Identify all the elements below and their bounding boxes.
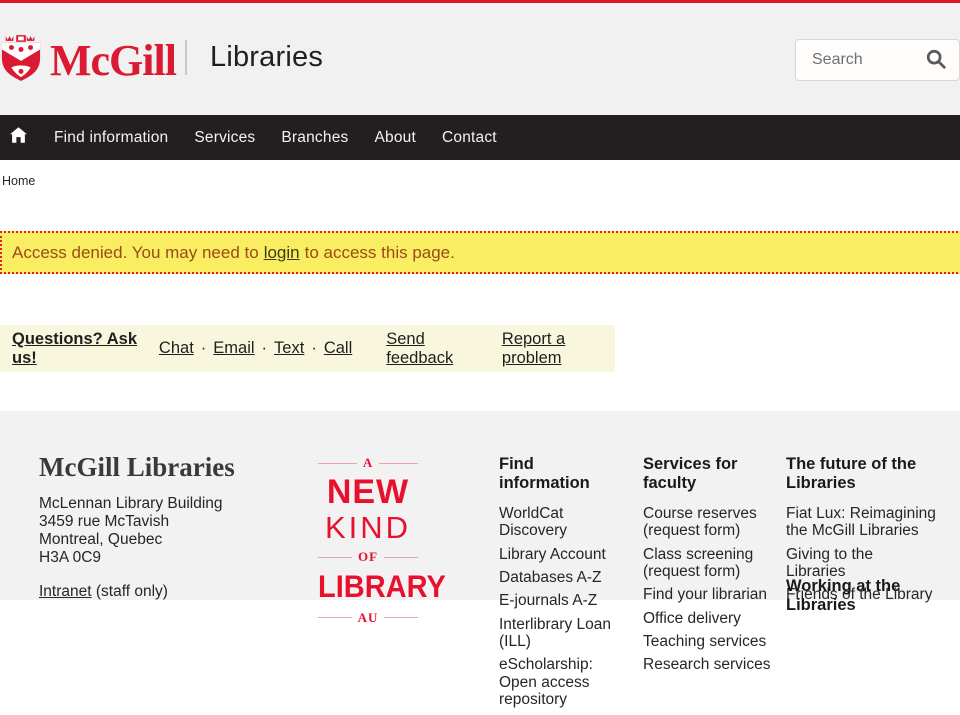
chat-link[interactable]: Chat bbox=[159, 339, 194, 358]
ask-us-bar: Questions? Ask us! Chat · Email · Text ·… bbox=[0, 325, 615, 372]
footer-column-heading: Working at the Libraries bbox=[786, 577, 936, 615]
footer-link[interactable]: Office delivery bbox=[643, 610, 775, 627]
footer-column-heading: The future of the Libraries bbox=[786, 455, 936, 493]
mcgill-crest-icon bbox=[0, 35, 42, 88]
footer-link[interactable]: Library Account bbox=[499, 546, 627, 563]
alert-text-after: to access this page. bbox=[305, 243, 455, 263]
main-navigation: Find information Services Branches About… bbox=[0, 115, 960, 160]
search-submit-button[interactable] bbox=[925, 48, 959, 73]
campaign-line-au: AU bbox=[318, 610, 418, 626]
intranet-link[interactable]: Intranet bbox=[39, 583, 92, 600]
footer-column-working-at-libraries: Working at the Libraries bbox=[786, 577, 936, 627]
footer-link[interactable]: eScholarship: Open access repository bbox=[499, 656, 627, 708]
nav-item-about[interactable]: About bbox=[361, 129, 429, 147]
search-icon bbox=[925, 48, 947, 73]
nav-item-contact[interactable]: Contact bbox=[429, 129, 510, 147]
address-line: 3459 rue McTavish bbox=[39, 513, 223, 531]
breadcrumb[interactable]: Home bbox=[2, 174, 35, 188]
footer-link[interactable]: E-journals A-Z bbox=[499, 592, 627, 609]
search-input[interactable] bbox=[796, 51, 925, 69]
address-line: Montreal, Quebec bbox=[39, 531, 223, 549]
new-kind-of-library-logo[interactable]: A NEW KIND OF LIBRARY AU bbox=[318, 451, 418, 630]
footer-column-find-information: Find information WorldCat Discovery Libr… bbox=[499, 455, 627, 715]
separator-dot: · bbox=[311, 339, 317, 358]
access-denied-alert: Access denied. You may need to login to … bbox=[0, 231, 960, 274]
footer-link[interactable]: Teaching services bbox=[643, 633, 775, 650]
ask-us-link[interactable]: Questions? Ask us! bbox=[12, 330, 149, 368]
address-line: H3A 0C9 bbox=[39, 549, 223, 567]
campaign-line-a: A bbox=[318, 455, 418, 471]
email-link[interactable]: Email bbox=[213, 339, 254, 358]
footer-link[interactable]: Interlibrary Loan (ILL) bbox=[499, 616, 627, 651]
separator-dot: · bbox=[201, 339, 207, 358]
home-icon bbox=[10, 127, 27, 148]
footer-link[interactable]: Find your librarian bbox=[643, 586, 775, 603]
separator-dot: · bbox=[262, 339, 268, 358]
mcgill-wordmark: McGill bbox=[50, 39, 176, 83]
alert-text-before: Access denied. You may need to bbox=[12, 243, 259, 263]
site-header: McGill Libraries bbox=[0, 3, 960, 115]
intranet-row: Intranet (staff only) bbox=[39, 583, 168, 601]
nav-item-services[interactable]: Services bbox=[181, 129, 268, 147]
campaign-line-kind: KIND bbox=[318, 510, 418, 546]
page-footer: McGill Libraries McLennan Library Buildi… bbox=[0, 411, 960, 600]
campaign-line-new: NEW bbox=[318, 475, 418, 510]
header-divider bbox=[185, 40, 187, 75]
campaign-line-of: OF bbox=[318, 549, 418, 565]
footer-link[interactable]: WorldCat Discovery bbox=[499, 505, 627, 540]
address-line: McLennan Library Building bbox=[39, 495, 223, 513]
footer-link[interactable]: Giving to the Libraries bbox=[786, 546, 936, 581]
footer-column-services-for-faculty: Services for faculty Course reserves (re… bbox=[643, 455, 775, 680]
nav-item-branches[interactable]: Branches bbox=[268, 129, 361, 147]
send-feedback-link[interactable]: Send feedback bbox=[386, 330, 484, 368]
call-link[interactable]: Call bbox=[324, 339, 352, 358]
footer-link[interactable]: Fiat Lux: Reimagining the McGill Librari… bbox=[786, 505, 936, 540]
mcgill-logo-link[interactable]: McGill bbox=[0, 36, 176, 86]
nav-item-find-information[interactable]: Find information bbox=[41, 129, 181, 147]
search-box bbox=[795, 39, 960, 81]
login-link[interactable]: login bbox=[264, 243, 300, 263]
site-title[interactable]: Libraries bbox=[210, 41, 323, 74]
footer-org-name: McGill Libraries bbox=[39, 452, 235, 483]
text-link[interactable]: Text bbox=[274, 339, 304, 358]
report-problem-link[interactable]: Report a problem bbox=[502, 330, 615, 368]
footer-link[interactable]: Research services bbox=[643, 656, 775, 673]
footer-column-heading: Services for faculty bbox=[643, 455, 775, 493]
footer-link[interactable]: Databases A-Z bbox=[499, 569, 627, 586]
footer-column-heading: Find information bbox=[499, 455, 627, 493]
campaign-line-library: LIBRARY bbox=[318, 568, 418, 608]
footer-address: McLennan Library Building 3459 rue McTav… bbox=[39, 495, 223, 567]
intranet-note: (staff only) bbox=[96, 583, 168, 600]
footer-link[interactable]: Class screening (request form) bbox=[643, 546, 775, 581]
footer-link[interactable]: Course reserves (request form) bbox=[643, 505, 775, 540]
nav-home-link[interactable] bbox=[0, 127, 41, 148]
